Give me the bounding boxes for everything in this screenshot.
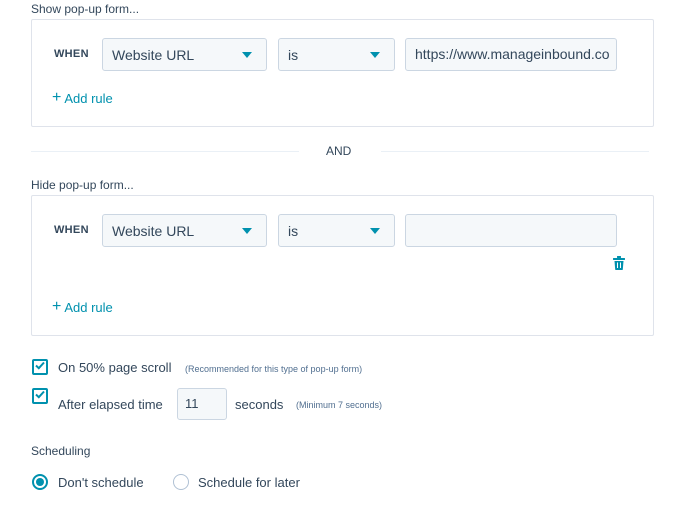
add-rule-label: Add rule (64, 90, 113, 106)
show-operator-select-value: is (288, 46, 299, 63)
add-rule-label: Add rule (64, 299, 113, 315)
show-rules-panel: WHEN Website URL is https://www.managein… (31, 19, 654, 127)
chevron-down-icon (370, 228, 380, 234)
hide-operator-select[interactable]: is (278, 214, 395, 247)
checkmark-icon (35, 361, 45, 370)
dont-schedule-radio[interactable] (32, 474, 48, 490)
show-field-select-value: Website URL (112, 46, 195, 63)
hide-field-select-value: Website URL (112, 222, 195, 239)
scroll-trigger-label: On 50% page scroll (58, 360, 172, 375)
plus-icon: + (52, 89, 62, 106)
elapsed-trigger-note: (Minimum 7 seconds) (296, 400, 383, 410)
scroll-trigger-note: (Recommended for this type of pop-up for… (185, 364, 363, 374)
chevron-down-icon (242, 228, 252, 234)
show-field-select[interactable]: Website URL (102, 38, 267, 71)
elapsed-unit-label: seconds (235, 397, 284, 412)
elapsed-trigger-checkbox[interactable] (32, 388, 48, 404)
scheduling-title: Scheduling (31, 444, 91, 458)
plus-icon: + (52, 298, 62, 315)
schedule-later-radio[interactable] (173, 474, 189, 490)
trash-icon[interactable] (613, 256, 627, 272)
scroll-trigger-checkbox[interactable] (32, 359, 48, 375)
divider-right (381, 151, 649, 152)
elapsed-trigger-label: After elapsed time (58, 397, 163, 412)
hide-section-title: Hide pop-up form... (31, 178, 134, 192)
show-operator-select[interactable]: is (278, 38, 395, 71)
chevron-down-icon (370, 52, 380, 58)
hide-operator-select-value: is (288, 222, 299, 239)
show-section-title: Show pop-up form... (31, 2, 140, 16)
divider-left (31, 151, 299, 152)
show-add-rule-button[interactable]: + Add rule (52, 90, 113, 106)
when-label: WHEN (54, 224, 89, 236)
dont-schedule-label: Don't schedule (58, 475, 144, 490)
checkmark-icon (35, 390, 45, 399)
and-divider-label: AND (326, 144, 352, 158)
hide-url-input[interactable] (405, 214, 617, 247)
hide-field-select[interactable]: Website URL (102, 214, 267, 247)
elapsed-seconds-input[interactable]: 11 (177, 388, 227, 420)
hide-rules-panel: WHEN Website URL is + Add rule (31, 195, 654, 336)
chevron-down-icon (242, 52, 252, 58)
when-label: WHEN (54, 48, 89, 60)
hide-add-rule-button[interactable]: + Add rule (52, 299, 113, 315)
show-url-input[interactable]: https://www.manageinbound.co (405, 38, 617, 71)
schedule-later-label: Schedule for later (198, 475, 300, 490)
